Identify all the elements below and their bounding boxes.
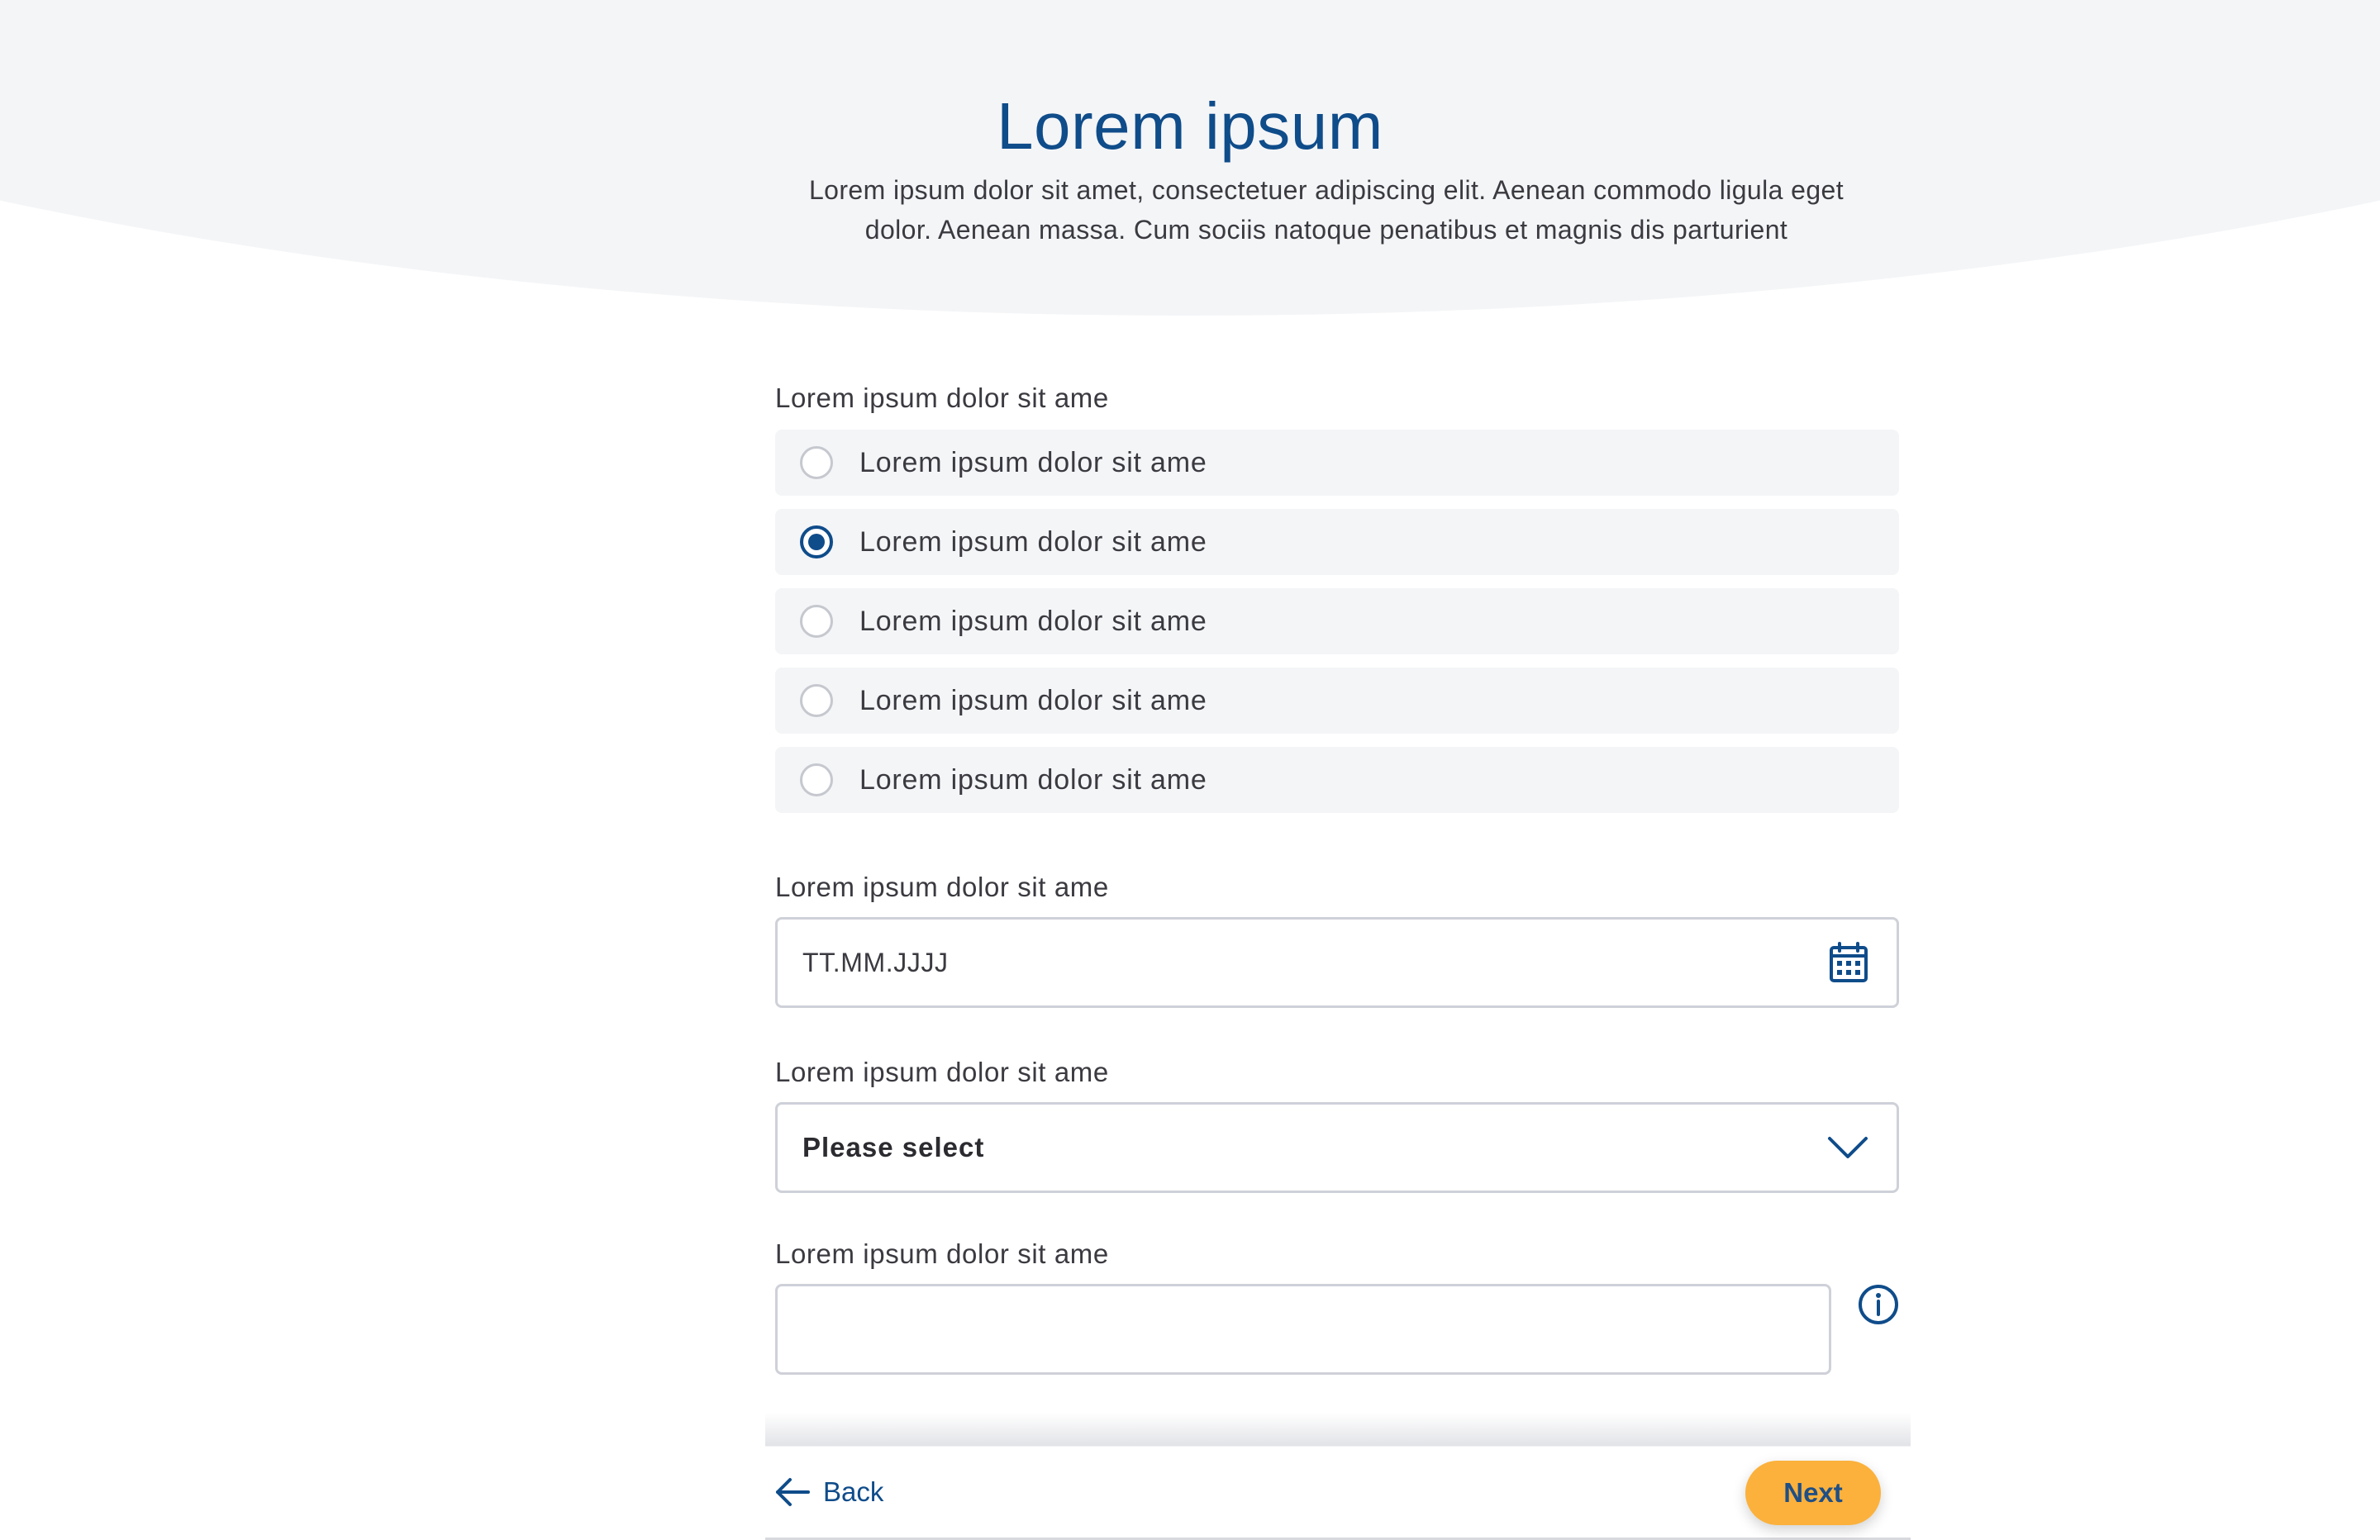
- radio-option-1[interactable]: Lorem ipsum dolor sit ame: [775, 430, 1899, 496]
- date-group: Lorem ipsum dolor sit ame TT.MM.JJJJ: [775, 869, 1899, 1008]
- radio-list: Lorem ipsum dolor sit ame Lorem ipsum do…: [775, 430, 1899, 813]
- page: Lorem ipsum Lorem ipsum dolor sit amet, …: [0, 0, 2380, 1540]
- radio-option-label: Lorem ipsum dolor sit ame: [859, 763, 1207, 796]
- chevron-down-icon[interactable]: [1827, 1135, 1868, 1160]
- radio-group: Lorem ipsum dolor sit ame Lorem ipsum do…: [775, 380, 1899, 813]
- info-icon[interactable]: [1858, 1284, 1899, 1329]
- date-field-placeholder: TT.MM.JJJJ: [802, 947, 949, 977]
- text-field-label: Lorem ipsum dolor sit ame: [775, 1238, 1109, 1269]
- select-field-label: Lorem ipsum dolor sit ame: [775, 1057, 1109, 1087]
- radio-button[interactable]: [800, 684, 833, 717]
- calendar-icon[interactable]: [1829, 942, 1868, 983]
- back-button-label: Back: [823, 1476, 884, 1507]
- form: Lorem ipsum dolor sit ame Lorem ipsum do…: [775, 380, 1899, 1375]
- radio-button-selected[interactable]: [800, 525, 833, 558]
- arrow-left-icon: [775, 1477, 810, 1507]
- text-field-row: [775, 1284, 1899, 1375]
- radio-option-label: Lorem ipsum dolor sit ame: [859, 684, 1207, 716]
- radio-option-label: Lorem ipsum dolor sit ame: [859, 446, 1207, 478]
- select-field[interactable]: Please select: [775, 1102, 1899, 1193]
- radio-button[interactable]: [800, 605, 833, 638]
- page-subtitle: Lorem ipsum dolor sit amet, consectetuer…: [808, 175, 1844, 245]
- radio-option-3[interactable]: Lorem ipsum dolor sit ame: [775, 588, 1899, 654]
- date-field-label: Lorem ipsum dolor sit ame: [775, 872, 1109, 902]
- text-group: Lorem ipsum dolor sit ame: [775, 1236, 1899, 1375]
- radio-option-5[interactable]: Lorem ipsum dolor sit ame: [775, 747, 1899, 813]
- next-button[interactable]: Next: [1745, 1461, 1881, 1525]
- back-button[interactable]: Back: [775, 1476, 883, 1508]
- footer-action-bar: Back Next: [765, 1413, 1911, 1540]
- radio-button[interactable]: [800, 763, 833, 796]
- action-bar: Back Next: [765, 1447, 1911, 1540]
- select-value: Please select: [802, 1132, 985, 1162]
- radio-option-label: Lorem ipsum dolor sit ame: [859, 605, 1207, 637]
- select-group: Lorem ipsum dolor sit ame Please select: [775, 1054, 1899, 1193]
- radio-option-label: Lorem ipsum dolor sit ame: [859, 525, 1207, 558]
- page-title: Lorem ipsum: [997, 89, 1383, 163]
- radio-option-4[interactable]: Lorem ipsum dolor sit ame: [775, 668, 1899, 734]
- radio-option-2[interactable]: Lorem ipsum dolor sit ame: [775, 509, 1899, 575]
- text-input[interactable]: [775, 1284, 1831, 1375]
- radio-button[interactable]: [800, 446, 833, 479]
- date-field[interactable]: TT.MM.JJJJ: [775, 917, 1899, 1008]
- radio-group-label: Lorem ipsum dolor sit ame: [775, 383, 1109, 413]
